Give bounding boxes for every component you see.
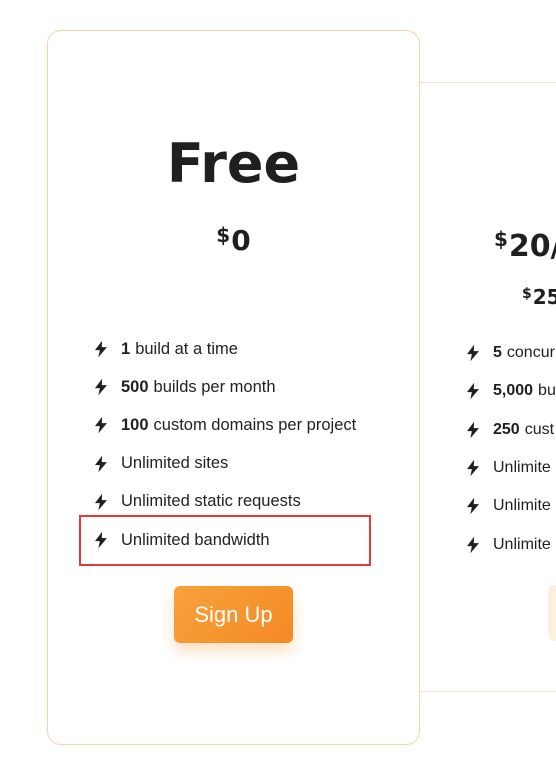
feature-text: Unlimited static requests	[121, 492, 301, 511]
pricing-card-pro: $20/ $25 5concur 5,000bu 250cust Unlimit…	[419, 82, 556, 692]
lightning-bolt-icon	[467, 421, 479, 438]
feature-text: bu	[538, 382, 556, 400]
feature-text: concur	[506, 344, 555, 362]
feature-count: 1	[121, 339, 131, 358]
pricing-section: $20/ $25 5concur 5,000bu 250cust Unlimit…	[0, 0, 556, 763]
feature-item: Unlimite	[464, 525, 556, 563]
subprice-value: 25	[532, 285, 556, 309]
feature-item: 1 build at a time	[92, 330, 356, 368]
pricing-card-free: Free $0 1 build at a time 500 builds per m…	[47, 30, 420, 745]
feature-item: 100 custom domains per project	[92, 406, 356, 444]
feature-text: builds per month	[153, 377, 276, 396]
lightning-bolt-icon	[95, 493, 107, 511]
feature-count: 250	[493, 420, 520, 438]
feature-text: Unlimite	[493, 459, 551, 477]
feature-item: 5 concur	[464, 334, 556, 372]
feature-item: Unlimite	[464, 487, 556, 525]
lightning-bolt-icon	[467, 344, 479, 362]
feature-item: Unlimite	[464, 449, 556, 487]
plan-price: $20/	[494, 227, 556, 264]
lightning-bolt-icon	[95, 531, 107, 549]
plan-subprice: $25	[522, 285, 556, 309]
lightning-bolt-icon	[95, 340, 107, 358]
feature-count: 5	[493, 344, 502, 362]
feature-text: build at a time	[135, 339, 238, 358]
feature-item: 5,000 bu	[464, 372, 556, 410]
pro-signup-button[interactable]	[548, 585, 556, 641]
price-value: 20/	[508, 229, 556, 264]
feature-text: Unlimite	[493, 497, 551, 515]
plan-price: $0	[48, 223, 419, 257]
feature-item: Unlimited bandwidth	[92, 521, 356, 559]
feature-item: 500 builds per month	[92, 368, 356, 406]
currency-symbol: $	[494, 227, 508, 251]
feature-list: 5 concur 5,000 bu 250 cust Unlimite Unlimit…	[464, 334, 556, 564]
lightning-bolt-icon	[467, 383, 479, 400]
plan-name: Free	[166, 132, 301, 195]
feature-text: cust	[524, 420, 555, 438]
lightning-bolt-icon	[467, 459, 479, 477]
lightning-bolt-icon	[95, 379, 107, 396]
lightning-bolt-icon	[95, 417, 107, 434]
signup-button[interactable]: Sign Up	[174, 586, 293, 643]
feature-item: Unlimited static requests	[92, 483, 356, 521]
feature-count: 100	[121, 415, 149, 434]
feature-text: Unlimited bandwidth	[121, 530, 270, 549]
lightning-bolt-icon	[467, 536, 479, 553]
feature-count: 5,000	[493, 382, 534, 400]
feature-list: 1 build at a time 500 builds per month 100…	[92, 330, 356, 559]
lightning-bolt-icon	[467, 498, 479, 515]
feature-text: custom domains per project	[153, 415, 357, 434]
currency-symbol: $	[522, 286, 532, 302]
feature-text: Unlimite	[493, 535, 551, 553]
feature-count: 500	[121, 377, 149, 396]
feature-text: Unlimited sites	[121, 454, 229, 473]
feature-item: Unlimited sites	[92, 445, 356, 483]
currency-symbol: $	[216, 223, 231, 247]
lightning-bolt-icon	[95, 455, 107, 472]
feature-item: 250 cust	[464, 411, 556, 449]
price-value: 0	[231, 224, 251, 257]
